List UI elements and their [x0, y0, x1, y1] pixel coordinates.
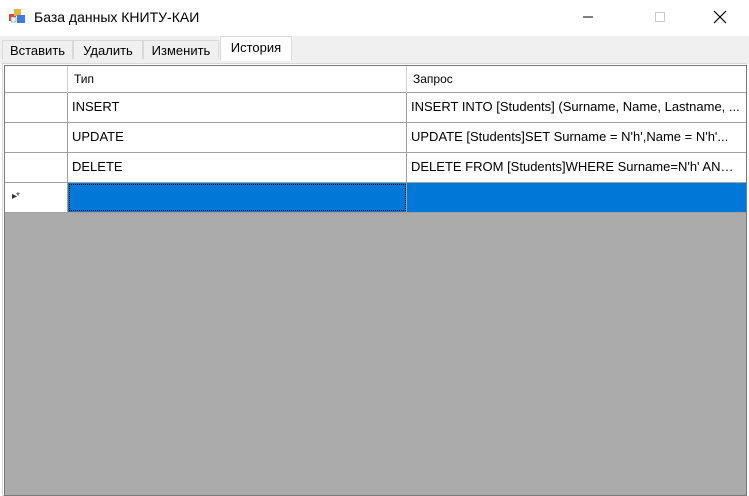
- tab-strip: Вставить Удалить Изменить История: [0, 36, 749, 64]
- column-header-query[interactable]: Запрос: [407, 66, 746, 93]
- table-row[interactable]: UPDATE UPDATE [Students]SET Surname = N'…: [5, 123, 746, 153]
- tab-insert[interactable]: Вставить: [2, 40, 73, 59]
- table-row[interactable]: INSERT INSERT INTO [Students] (Surname, …: [5, 93, 746, 123]
- tab-edit[interactable]: Изменить: [143, 40, 219, 59]
- cell-query[interactable]: UPDATE [Students]SET Surname = N'h',Name…: [407, 123, 746, 152]
- row-header[interactable]: [5, 153, 68, 182]
- column-header-type[interactable]: Тип: [68, 66, 407, 93]
- tab-history[interactable]: История: [220, 36, 292, 61]
- cell-type[interactable]: DELETE: [68, 153, 407, 182]
- new-row[interactable]: ▸*: [5, 183, 746, 213]
- maximize-icon: [655, 11, 665, 22]
- cell-query[interactable]: DELETE FROM [Students]WHERE Surname=N'h'…: [407, 153, 746, 182]
- cell-query[interactable]: INSERT INTO [Students] (Surname, Name, L…: [407, 93, 746, 122]
- close-button[interactable]: [697, 0, 743, 33]
- title-bar: База данных КНИТУ-КАИ: [0, 0, 749, 36]
- row-header-corner[interactable]: [5, 66, 68, 93]
- new-row-cell-query[interactable]: [407, 183, 746, 212]
- history-data-grid[interactable]: Тип Запрос INSERT INSERT INTO [Students]…: [4, 65, 747, 496]
- minimize-icon: [583, 16, 593, 17]
- tab-delete[interactable]: Удалить: [73, 40, 143, 59]
- new-row-indicator-icon: ▸*: [12, 191, 20, 202]
- minimize-button[interactable]: [565, 0, 611, 33]
- close-icon: [713, 10, 727, 23]
- new-row-cell-type[interactable]: [68, 183, 407, 212]
- cell-type[interactable]: UPDATE: [68, 123, 407, 152]
- table-row[interactable]: DELETE DELETE FROM [Students]WHERE Surna…: [5, 153, 746, 183]
- maximize-button[interactable]: [637, 0, 683, 33]
- grid-header: Тип Запрос: [5, 66, 746, 93]
- cell-type[interactable]: INSERT: [68, 93, 407, 122]
- database-app-icon: [9, 9, 26, 24]
- new-row-header[interactable]: ▸*: [5, 183, 68, 212]
- row-header[interactable]: [5, 93, 68, 122]
- row-header[interactable]: [5, 123, 68, 152]
- window-title: База данных КНИТУ-КАИ: [34, 9, 200, 25]
- main-window: База данных КНИТУ-КАИ Вставить Удалить И…: [0, 0, 749, 496]
